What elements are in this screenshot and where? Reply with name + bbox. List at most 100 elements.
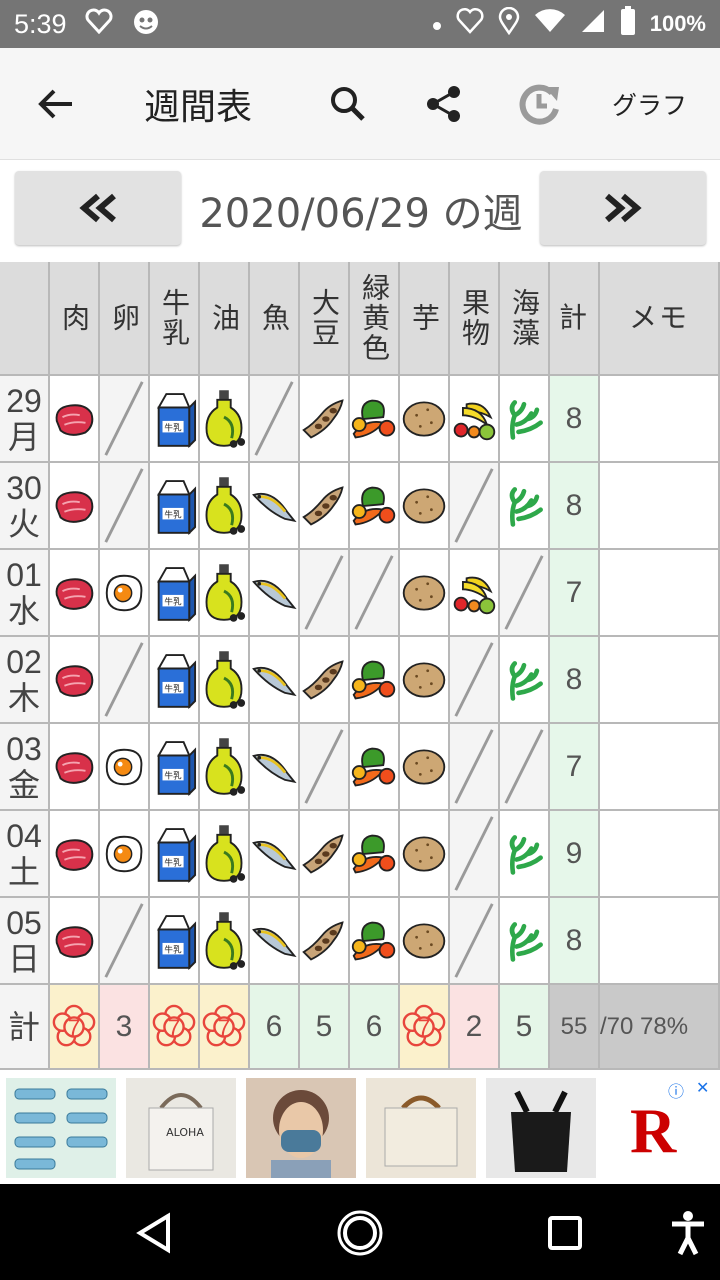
history-button[interactable] [512,76,568,132]
vegetable-icon[interactable] [350,898,400,985]
empty-slash[interactable] [100,898,150,985]
milk-carton-icon[interactable]: 牛乳 [150,376,200,463]
ad-stickers[interactable] [6,1078,116,1178]
meat-icon[interactable] [50,811,100,898]
seaweed-icon[interactable] [500,898,550,985]
ad-black-bag[interactable] [486,1078,596,1178]
fish-icon[interactable] [250,463,300,550]
potato-icon[interactable] [400,463,450,550]
soybean-icon[interactable] [300,463,350,550]
empty-slash[interactable] [350,550,400,637]
memo-cell[interactable] [600,898,720,985]
meat-icon[interactable] [50,724,100,811]
vegetable-icon[interactable] [350,376,400,463]
ad-tote-aloha[interactable]: ALOHA [126,1078,236,1178]
olive-oil-icon[interactable] [200,463,250,550]
olive-oil-icon[interactable] [200,550,250,637]
ad-banner[interactable]: ALOHA Rⓘ ✕ [0,1072,720,1184]
potato-icon[interactable] [400,724,450,811]
empty-slash[interactable] [100,463,150,550]
potato-icon[interactable] [400,898,450,985]
nav-back-button[interactable] [130,1208,180,1258]
vegetable-icon[interactable] [350,637,400,724]
memo-cell[interactable] [600,811,720,898]
accessibility-button[interactable] [668,1208,718,1258]
empty-slash[interactable] [450,898,500,985]
meat-icon[interactable] [50,637,100,724]
ad-canvas-tote[interactable] [366,1078,476,1178]
egg-icon[interactable] [100,724,150,811]
meat-icon[interactable] [50,550,100,637]
nav-home-button[interactable] [335,1208,385,1258]
olive-oil-icon[interactable] [200,376,250,463]
olive-oil-icon[interactable] [200,724,250,811]
fish-icon[interactable] [250,898,300,985]
row-total: 7 [550,724,600,811]
vegetable-icon[interactable] [350,724,400,811]
search-button[interactable] [320,76,376,132]
seaweed-icon[interactable] [500,637,550,724]
memo-cell[interactable] [600,463,720,550]
vegetable-icon[interactable] [350,811,400,898]
empty-slash[interactable] [450,637,500,724]
fruit-icon[interactable] [450,550,500,637]
empty-slash[interactable] [450,724,500,811]
milk-carton-icon[interactable]: 牛乳 [150,463,200,550]
meat-icon[interactable] [50,376,100,463]
target-percentage: /70 78% [600,985,720,1070]
empty-slash[interactable] [500,724,550,811]
empty-slash[interactable] [300,724,350,811]
empty-slash[interactable] [300,550,350,637]
rakuten-logo[interactable]: R [630,1094,676,1168]
empty-slash[interactable] [450,463,500,550]
fish-icon[interactable] [250,637,300,724]
fish-icon[interactable] [250,724,300,811]
egg-icon[interactable] [100,550,150,637]
nav-recents-button[interactable] [540,1208,590,1258]
soybean-icon[interactable] [300,637,350,724]
fish-icon[interactable] [250,550,300,637]
meat-icon[interactable] [50,463,100,550]
seaweed-icon[interactable] [500,376,550,463]
seaweed-icon[interactable] [500,463,550,550]
olive-oil-icon[interactable] [200,811,250,898]
ad-close-icon[interactable]: ✕ [696,1078,709,1097]
egg-icon[interactable] [100,811,150,898]
empty-slash[interactable] [100,376,150,463]
milk-carton-icon[interactable]: 牛乳 [150,811,200,898]
share-button[interactable] [416,76,472,132]
memo-cell[interactable] [600,376,720,463]
fruit-icon[interactable] [450,376,500,463]
back-button[interactable] [28,76,84,132]
seaweed-icon[interactable] [500,811,550,898]
olive-oil-icon[interactable] [200,637,250,724]
empty-slash[interactable] [250,376,300,463]
soybean-icon[interactable] [300,898,350,985]
memo-cell[interactable] [600,637,720,724]
milk-carton-icon[interactable]: 牛乳 [150,898,200,985]
prev-week-button[interactable] [15,171,181,245]
olive-oil-icon[interactable] [200,898,250,985]
vegetable-icon[interactable] [350,463,400,550]
day-label: 30 火 [0,463,50,550]
milk-carton-icon[interactable]: 牛乳 [150,550,200,637]
empty-slash[interactable] [100,637,150,724]
empty-slash[interactable] [450,811,500,898]
soybean-icon[interactable] [300,376,350,463]
empty-slash[interactable] [500,550,550,637]
memo-cell[interactable] [600,550,720,637]
potato-icon[interactable] [400,637,450,724]
ad-info-icon[interactable]: ⓘ [668,1078,684,1102]
potato-icon[interactable] [400,376,450,463]
next-week-button[interactable] [540,171,706,245]
ad-mask[interactable] [246,1078,356,1178]
milk-carton-icon[interactable]: 牛乳 [150,724,200,811]
potato-icon[interactable] [400,811,450,898]
memo-cell[interactable] [600,724,720,811]
fish-icon[interactable] [250,811,300,898]
graph-button[interactable]: グラフ [612,86,687,122]
milk-carton-icon[interactable]: 牛乳 [150,637,200,724]
meat-icon[interactable] [50,898,100,985]
potato-icon[interactable] [400,550,450,637]
soybean-icon[interactable] [300,811,350,898]
